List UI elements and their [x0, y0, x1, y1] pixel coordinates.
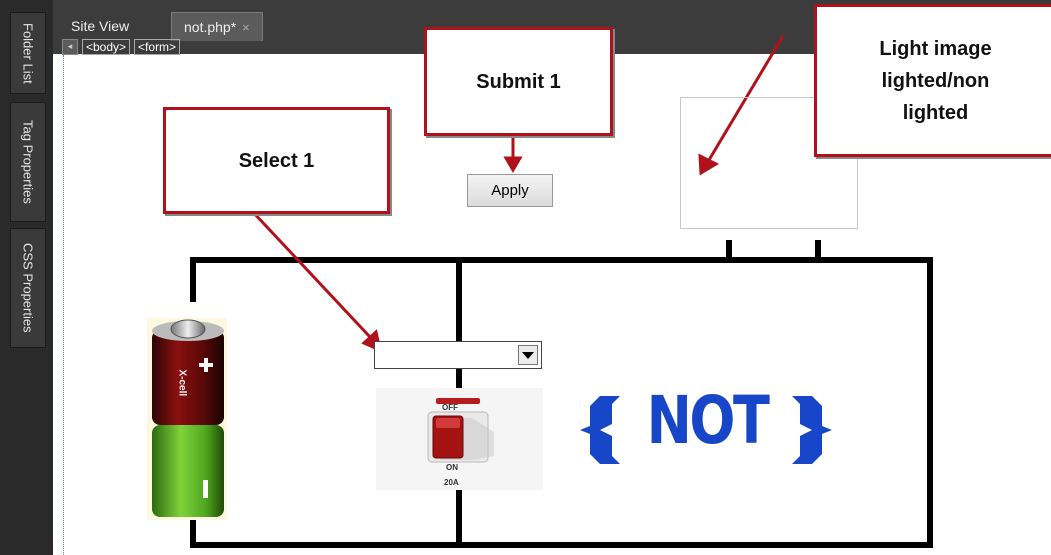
light-callout-line-3: lighted [902, 101, 969, 124]
circuit-wires [190, 240, 933, 548]
switch-image [376, 388, 543, 490]
not-gate-label: NOT [646, 382, 770, 459]
state-select[interactable] [374, 341, 542, 369]
light-callout-line-2: lighted/non [881, 69, 990, 92]
battery-brand-label: X-cell [176, 369, 188, 397]
light-callout-line-1: Light image [879, 37, 992, 60]
chevron-down-icon[interactable] [518, 345, 538, 365]
submit-callout: Submit 1 [424, 27, 613, 136]
battery-image [147, 318, 227, 520]
submit-callout-text: Submit 1 [476, 70, 561, 93]
apply-button[interactable]: Apply [467, 174, 553, 207]
switch-rating-label: 20A [444, 478, 459, 487]
select-callout-text: Select 1 [238, 149, 315, 172]
switch-on-label: ON [446, 463, 458, 472]
select-callout: Select 1 [163, 107, 390, 214]
light-image-callout: Light image lighted/non lighted [814, 4, 1051, 157]
switch-off-label: OFF [442, 403, 458, 412]
